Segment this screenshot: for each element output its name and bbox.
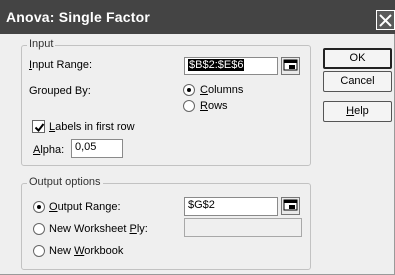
columns-label: Columns xyxy=(200,84,244,96)
output-range-radio[interactable] xyxy=(33,201,45,213)
new-worksheet-ply-radio[interactable] xyxy=(33,223,45,235)
output-group-legend: Output options xyxy=(27,176,103,188)
rows-label-rest: ows xyxy=(207,100,228,112)
input-range-selector-button[interactable] xyxy=(281,57,300,75)
output-range-field[interactable]: $G$2 xyxy=(184,197,278,216)
new-ply-part1: New Worksheet xyxy=(49,223,130,235)
alpha-field[interactable]: 0,05 xyxy=(71,139,123,158)
output-range-label-rest: utput Range: xyxy=(57,201,121,213)
title-bar: Anova: Single Factor xyxy=(0,0,395,34)
columns-radio[interactable] xyxy=(183,84,195,96)
close-button[interactable] xyxy=(376,10,395,30)
input-range-value: $B$2:$E$6 xyxy=(188,59,245,71)
grouped-by-label: Grouped By: xyxy=(29,85,91,97)
new-workbook-radio[interactable] xyxy=(33,245,45,257)
alpha-value: 0,05 xyxy=(75,141,97,153)
cancel-button[interactable]: Cancel xyxy=(323,71,392,92)
rows-label: Rows xyxy=(200,100,228,112)
close-icon xyxy=(379,14,392,27)
output-range-value: $G$2 xyxy=(188,199,215,211)
labels-first-row-rest: abels in first row xyxy=(55,121,135,133)
alpha-label: Alpha: xyxy=(33,144,65,156)
input-group-legend: Input xyxy=(27,38,56,50)
new-worksheet-ply-label: New Worksheet Ply: xyxy=(49,223,148,235)
new-worksheet-ply-field[interactable] xyxy=(184,218,302,237)
anova-dialog: Anova: Single Factor Input Input Range: … xyxy=(0,0,395,275)
input-range-label: Input Range: xyxy=(29,59,92,71)
new-workbook-part1: New xyxy=(49,245,75,257)
new-workbook-part2: orkbook xyxy=(84,245,124,257)
labels-first-row-checkbox[interactable] xyxy=(32,120,45,133)
help-label-rest: elp xyxy=(354,105,369,117)
output-range-selector-button[interactable] xyxy=(281,197,300,215)
ok-button[interactable]: OK xyxy=(323,48,392,69)
output-range-label: Output Range: xyxy=(49,201,121,213)
range-collapse-icon xyxy=(283,199,298,211)
checkmark-icon xyxy=(34,123,45,133)
columns-label-rest: olumns xyxy=(207,84,244,96)
dialog-title: Anova: Single Factor xyxy=(6,9,151,25)
new-ply-part2: ly: xyxy=(136,223,148,235)
rows-radio[interactable] xyxy=(183,100,195,112)
input-range-field[interactable]: $B$2:$E$6 xyxy=(184,57,278,75)
labels-first-row-label: Labels in first row xyxy=(49,121,135,133)
alpha-label-rest: lpha: xyxy=(40,144,65,156)
range-collapse-icon xyxy=(283,59,298,71)
help-button[interactable]: Help xyxy=(323,101,392,122)
input-range-label-text: nput Range: xyxy=(32,59,92,71)
new-workbook-label: New Workbook xyxy=(49,245,124,257)
